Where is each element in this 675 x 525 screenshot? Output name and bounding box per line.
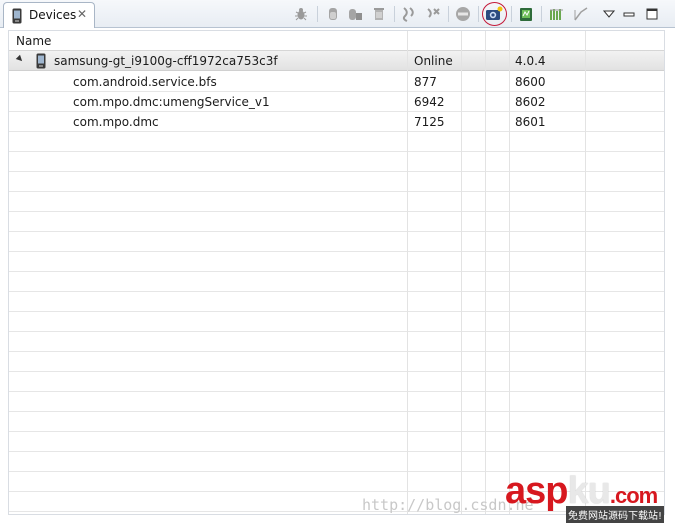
process-pid: 877 [414, 75, 437, 89]
watermark-logo-c: .com [609, 483, 658, 508]
empty-row [9, 352, 664, 372]
empty-row [9, 252, 664, 272]
empty-row [9, 432, 664, 452]
expand-collapse-icon[interactable] [15, 54, 25, 64]
column-divider [461, 31, 462, 514]
process-port: 8601 [515, 115, 546, 129]
empty-row [9, 332, 664, 352]
empty-row [9, 452, 664, 472]
empty-row [9, 132, 664, 152]
process-name: com.android.service.bfs [73, 75, 217, 89]
empty-row [9, 372, 664, 392]
dump-view-hierarchy-icon[interactable] [548, 5, 566, 23]
dump-hprof-icon[interactable] [346, 5, 364, 23]
device-status: Online [414, 54, 453, 68]
process-name: com.mpo.dmc:umengService_v1 [73, 95, 270, 109]
capture-opengl-trace-icon[interactable] [572, 5, 590, 23]
tab-label: Devices [29, 8, 77, 22]
process-pid: 6942 [414, 95, 445, 109]
process-pid: 7125 [414, 115, 445, 129]
update-threads-icon[interactable] [400, 5, 418, 23]
process-port: 8602 [515, 95, 546, 109]
toolbar-separator [448, 6, 449, 22]
empty-row [9, 412, 664, 432]
close-icon[interactable]: ✕ [77, 8, 87, 20]
systrace-icon[interactable] [517, 5, 535, 23]
empty-row [9, 212, 664, 232]
device-name: samsung-gt_i9100g-cff1972ca753c3f [54, 54, 278, 68]
empty-row [9, 272, 664, 292]
empty-row [9, 312, 664, 332]
toolbar-separator [317, 6, 318, 22]
table-row[interactable]: com.android.service.bfs 877 8600 [9, 72, 664, 92]
device-row[interactable]: samsung-gt_i9100g-cff1972ca753c3f Online… [9, 51, 664, 72]
process-port: 8600 [515, 75, 546, 89]
toolbar-separator [478, 6, 479, 22]
toolbar-separator [541, 6, 542, 22]
empty-row [9, 392, 664, 412]
column-divider [407, 31, 408, 514]
phone-icon [36, 53, 46, 72]
empty-row [9, 232, 664, 252]
watermark-logo-a: asp [505, 470, 568, 512]
column-divider [585, 31, 586, 514]
minimize-icon[interactable] [620, 5, 638, 23]
debug-icon[interactable] [292, 5, 310, 23]
table-row[interactable]: com.mpo.dmc:umengService_v1 6942 8602 [9, 92, 664, 112]
toolbar-separator [394, 6, 395, 22]
column-header-name[interactable]: Name [16, 34, 51, 48]
column-divider [485, 31, 486, 514]
view-tab-bar: Devices ✕ [0, 0, 675, 28]
process-name: com.mpo.dmc [73, 115, 159, 129]
screen-capture-icon[interactable] [485, 5, 503, 23]
column-divider [509, 31, 510, 514]
empty-row [9, 172, 664, 192]
stop-process-icon[interactable] [454, 5, 472, 23]
view-menu-icon[interactable] [600, 5, 618, 23]
start-method-profiling-icon[interactable] [424, 5, 442, 23]
empty-row [9, 152, 664, 172]
empty-row [9, 192, 664, 212]
maximize-icon[interactable] [643, 5, 661, 23]
table-header: Name [9, 31, 664, 51]
empty-row [9, 292, 664, 312]
update-heap-icon[interactable] [324, 5, 342, 23]
tab-devices[interactable]: Devices ✕ [3, 2, 95, 28]
watermark-subtitle: 免费网站源码下载站! [566, 506, 665, 523]
table-row[interactable]: com.mpo.dmc 7125 8601 [9, 112, 664, 132]
phone-icon [12, 8, 22, 27]
device-version: 4.0.4 [515, 54, 546, 68]
toolbar-separator [511, 6, 512, 22]
devices-table[interactable]: Name samsung-gt_i9100g-cff1972ca753c3f O… [8, 30, 665, 515]
cause-gc-icon[interactable] [370, 5, 388, 23]
